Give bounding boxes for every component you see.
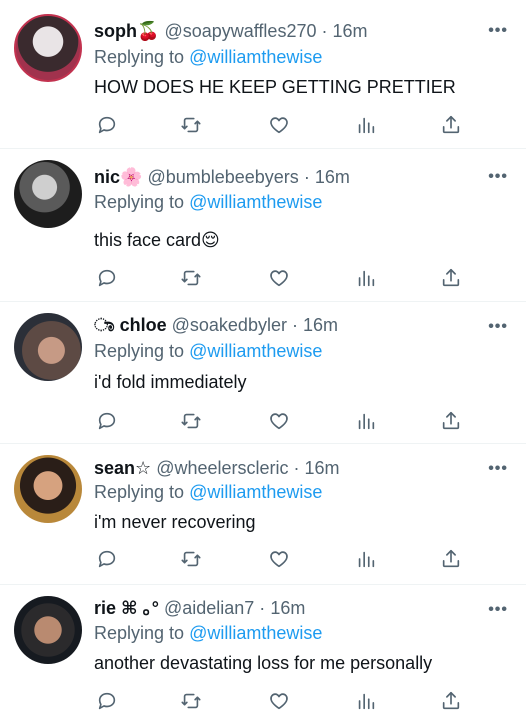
reply-icon[interactable]	[96, 114, 120, 138]
tweet-actions	[94, 548, 474, 572]
analytics-icon[interactable]	[355, 114, 379, 138]
separator-dot: ·	[321, 21, 328, 41]
timestamp[interactable]: 16m	[305, 458, 340, 478]
avatar[interactable]	[14, 14, 82, 82]
tweet-actions	[94, 267, 474, 291]
like-icon[interactable]	[268, 267, 292, 291]
retweet-icon[interactable]	[180, 114, 204, 138]
analytics-icon[interactable]	[355, 410, 379, 434]
tweet-header: ಾ chloe @soakedbyler · 16m	[94, 314, 338, 336]
retweet-icon[interactable]	[180, 267, 204, 291]
handle[interactable]: @aidelian7	[164, 598, 254, 618]
retweet-icon[interactable]	[180, 548, 204, 572]
reply-icon[interactable]	[96, 267, 120, 291]
display-name[interactable]: sean☆	[94, 458, 151, 478]
analytics-icon[interactable]	[355, 548, 379, 572]
retweet-icon[interactable]	[180, 410, 204, 434]
tweet-actions	[94, 690, 474, 714]
handle[interactable]: @soapywaffles270	[164, 21, 316, 41]
timestamp[interactable]: 16m	[303, 315, 338, 335]
avatar[interactable]	[14, 455, 82, 523]
tweet-header: nic🌸 @bumblebeebyers · 16m	[94, 166, 350, 188]
more-options-icon[interactable]: •••	[488, 461, 508, 477]
tweet-header: sean☆ @wheelerscleric · 16m	[94, 457, 340, 479]
tweet-text: i'm never recovering	[94, 512, 256, 532]
tweet[interactable]: nic🌸 @bumblebeebyers · 16m ••• Replying …	[0, 149, 526, 301]
avatar[interactable]	[14, 160, 82, 228]
share-icon[interactable]	[440, 114, 464, 138]
handle[interactable]: @wheelerscleric	[156, 458, 288, 478]
tweet[interactable]: ಾ chloe @soakedbyler · 16m ••• Replying …	[0, 302, 526, 443]
like-icon[interactable]	[268, 690, 292, 714]
more-options-icon[interactable]: •••	[488, 319, 508, 335]
tweet-text: i'd fold immediately	[94, 372, 247, 392]
share-icon[interactable]	[440, 410, 464, 434]
tweet-header: rie ⌘ ｡° @aidelian7 · 16m	[94, 597, 305, 619]
more-options-icon[interactable]: •••	[488, 602, 508, 618]
replying-to-label: Replying to	[94, 623, 185, 643]
separator-dot: ·	[303, 167, 310, 187]
replying-to: Replying to @williamthewise	[94, 481, 322, 503]
tweet-text: this face card😌	[94, 230, 220, 250]
separator-dot: ·	[293, 458, 300, 478]
timestamp[interactable]: 16m	[315, 167, 350, 187]
display-name[interactable]: ಾ chloe	[94, 315, 167, 335]
reply-icon[interactable]	[96, 548, 120, 572]
handle[interactable]: @bumblebeebyers	[147, 167, 298, 187]
display-name[interactable]: soph🍒	[94, 21, 159, 41]
reply-icon[interactable]	[96, 410, 120, 434]
tweet-header: soph🍒 @soapywaffles270 · 16m	[94, 20, 368, 42]
replying-to-label: Replying to	[94, 482, 185, 502]
handle[interactable]: @soakedbyler	[172, 315, 287, 335]
reply-mention-link[interactable]: @williamthewise	[189, 623, 322, 643]
replying-to-label: Replying to	[94, 47, 185, 67]
tweet-actions	[94, 410, 474, 434]
avatar[interactable]	[14, 313, 82, 381]
display-name[interactable]: nic🌸	[94, 167, 142, 187]
timestamp[interactable]: 16m	[333, 21, 368, 41]
share-icon[interactable]	[440, 690, 464, 714]
replying-to-label: Replying to	[94, 192, 185, 212]
analytics-icon[interactable]	[355, 267, 379, 291]
tweet[interactable]: rie ⌘ ｡° @aidelian7 · 16m ••• Replying t…	[0, 585, 526, 720]
separator-dot: ·	[259, 598, 266, 618]
tweet-text: another devastating loss for me personal…	[94, 653, 433, 673]
replying-to: Replying to @williamthewise	[94, 340, 322, 362]
share-icon[interactable]	[440, 548, 464, 572]
replying-to-label: Replying to	[94, 341, 185, 361]
more-options-icon[interactable]: •••	[488, 169, 508, 185]
replying-to: Replying to @williamthewise	[94, 191, 322, 213]
tweet-actions	[94, 114, 474, 138]
reply-mention-link[interactable]: @williamthewise	[189, 47, 322, 67]
avatar[interactable]	[14, 596, 82, 664]
separator-dot: ·	[291, 315, 298, 335]
reply-mention-link[interactable]: @williamthewise	[189, 482, 322, 502]
more-options-icon[interactable]: •••	[488, 23, 508, 39]
analytics-icon[interactable]	[355, 690, 379, 714]
timestamp[interactable]: 16m	[270, 598, 305, 618]
like-icon[interactable]	[268, 114, 292, 138]
reply-icon[interactable]	[96, 690, 120, 714]
like-icon[interactable]	[268, 410, 292, 434]
like-icon[interactable]	[268, 548, 292, 572]
replying-to: Replying to @williamthewise	[94, 46, 322, 68]
tweet-text: HOW DOES HE KEEP GETTING PRETTIER	[94, 77, 456, 97]
replying-to: Replying to @williamthewise	[94, 622, 322, 644]
share-icon[interactable]	[440, 267, 464, 291]
retweet-icon[interactable]	[180, 690, 204, 714]
reply-mention-link[interactable]: @williamthewise	[189, 341, 322, 361]
display-name[interactable]: rie ⌘ ｡°	[94, 598, 159, 618]
tweet[interactable]: sean☆ @wheelerscleric · 16m ••• Replying…	[0, 444, 526, 584]
reply-mention-link[interactable]: @williamthewise	[189, 192, 322, 212]
tweet[interactable]: soph🍒 @soapywaffles270 · 16m ••• Replyin…	[0, 0, 526, 148]
